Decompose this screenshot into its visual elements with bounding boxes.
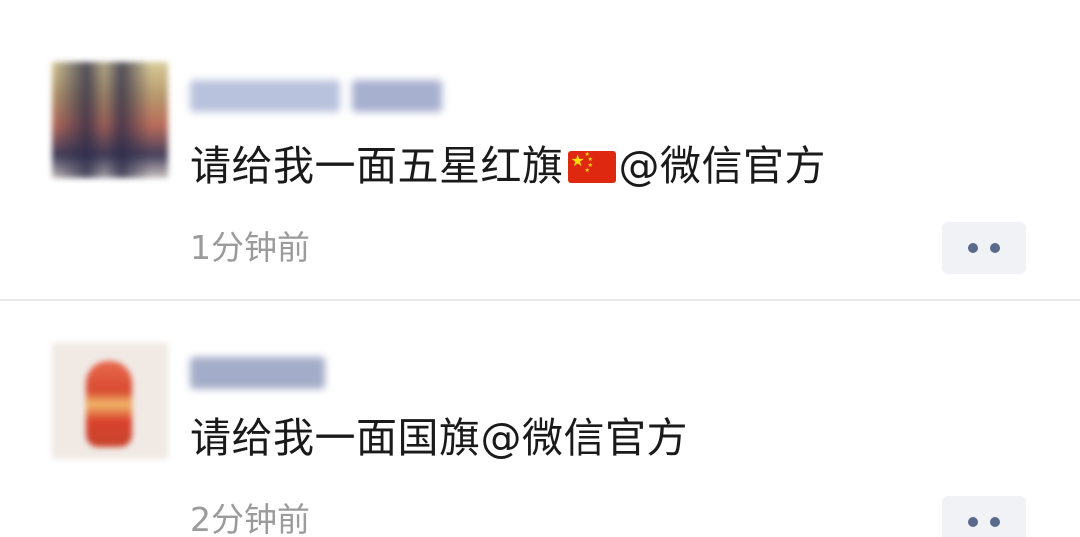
username[interactable] [190, 351, 325, 395]
post-text: 请给我一面国旗 [190, 414, 481, 462]
mention-link[interactable]: @微信官方 [619, 142, 827, 190]
dot-icon [990, 517, 1000, 527]
dot-icon [968, 243, 978, 253]
moments-feed: 请给我一面五星红旗 ★ ★ ★ ★ ★ @微信官方 1分钟前 请给我一面国旗@微信官方 2分… [0, 0, 1080, 537]
avatar-figure [86, 361, 132, 447]
mention-link[interactable]: @微信官方 [481, 414, 689, 462]
username[interactable] [190, 74, 442, 118]
post-content: 请给我一面国旗@微信官方 [190, 410, 688, 466]
more-actions-button[interactable] [942, 222, 1026, 274]
post-text: 请给我一面五星红旗 [190, 142, 564, 190]
avatar[interactable] [52, 343, 168, 459]
dot-icon [968, 517, 978, 527]
avatar[interactable] [52, 62, 168, 178]
feed-post: 请给我一面五星红旗 ★ ★ ★ ★ ★ @微信官方 1分钟前 [0, 0, 1080, 300]
username-blur [352, 80, 442, 112]
china-flag-icon: ★ ★ ★ ★ ★ [567, 151, 616, 183]
username-blur [190, 357, 325, 389]
more-actions-button[interactable] [942, 496, 1026, 537]
post-timestamp: 1分钟前 [190, 228, 310, 267]
username-blur [190, 80, 340, 112]
post-content: 请给我一面五星红旗 ★ ★ ★ ★ ★ @微信官方 [190, 138, 826, 194]
post-timestamp: 2分钟前 [190, 500, 310, 537]
dot-icon [990, 243, 1000, 253]
